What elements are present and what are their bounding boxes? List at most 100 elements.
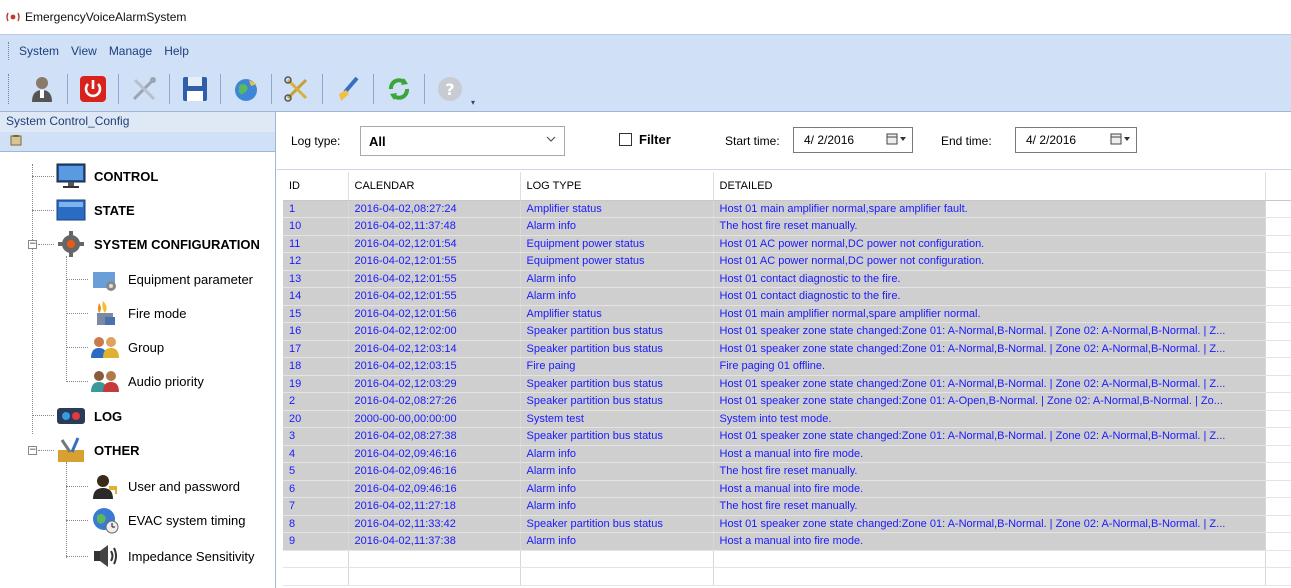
save-icon[interactable] [178,72,212,106]
tree-item-state[interactable]: STATE [54,195,135,225]
cell-detailed: Host 01 speaker zone state changed:Zone … [713,392,1266,411]
empty-row [283,567,1291,586]
table-row[interactable]: 7 2016-04-02,11:27:18 Alarm info The host f… [283,497,1291,516]
empty-cell [713,567,1266,586]
tree-item-audio-priority[interactable]: Audio priority [88,366,204,396]
collapse-toggle-system-configuration[interactable]: − [28,240,37,249]
filter-checkbox[interactable] [619,133,632,146]
table-row[interactable]: 15 2016-04-02,12:01:56 Amplifier status Hos… [283,305,1291,323]
tree-item-other[interactable]: OTHER [54,435,140,465]
cell-detailed: Host 01 speaker zone state changed:Zone … [713,515,1266,533]
brush-icon[interactable] [331,72,365,106]
tree-item-control[interactable]: CONTROL [54,161,158,191]
table-row[interactable]: 20 2000-00-00,00:00:00 System test System i… [283,410,1291,428]
cell-log-type: Speaker partition bus status [520,375,714,393]
tree-item-group[interactable]: Group [88,332,164,362]
cell-log-type: Alarm info [520,287,714,306]
menu-help[interactable]: Help [164,44,189,58]
table-row[interactable]: 18 2016-04-02,12:03:15 Fire paing Fire pagi… [283,357,1291,376]
cell-detailed: Host 01 contact diagnostic to the fire. [713,270,1266,288]
cell-detailed: Host 01 speaker zone state changed:Zone … [713,375,1266,393]
cell-filler [1265,427,1291,446]
cell-id: 8 [283,515,349,533]
table-row[interactable]: 14 2016-04-02,12:01:55 Alarm info Host 01 c… [283,287,1291,306]
cell-id: 18 [283,357,349,376]
table-row[interactable]: 13 2016-04-02,12:01:55 Alarm info Host 01 c… [283,270,1291,288]
empty-cell [1265,550,1291,568]
scissors-icon[interactable] [280,72,314,106]
column-header-detailed[interactable]: DETAILED [713,172,1266,201]
table-row[interactable]: 6 2016-04-02,09:46:16 Alarm info Host a man… [283,480,1291,498]
globe-icon[interactable] [229,72,263,106]
timing-icon [88,505,122,535]
tree-item-system-configuration[interactable]: SYSTEM CONFIGURATION [54,229,260,259]
tree-item-evac-system-timing[interactable]: EVAC system timing [88,505,246,535]
tree-connector [32,210,54,211]
cell-calendar: 2016-04-02,11:37:38 [348,532,521,551]
tree-item-label: Group [128,339,165,355]
table-row[interactable]: 9 2016-04-02,11:37:38 Alarm info Host a man… [283,532,1291,551]
cell-id: 16 [283,322,349,341]
log-icon [54,401,88,431]
table-row[interactable]: 3 2016-04-02,08:27:38 Speaker partition bu… [283,427,1291,446]
collapse-toggle-other[interactable]: − [28,446,37,455]
tree-item-label: CONTROL [94,168,159,184]
calendar-icon[interactable] [886,133,906,145]
table-row[interactable]: 5 2016-04-02,09:46:16 Alarm info The host f… [283,462,1291,481]
cell-filler [1265,200,1291,218]
table-row[interactable]: 1 2016-04-02,08:27:24 Amplifier status Host… [283,200,1291,218]
table-row[interactable]: 8 2016-04-02,11:33:42 Speaker partition bu… [283,515,1291,533]
tree-item-log[interactable]: LOG [54,401,122,431]
tree-item-equipment-parameter[interactable]: Equipment parameter [88,264,253,294]
cell-log-type: Alarm info [520,532,714,551]
calendar-icon[interactable] [1110,133,1130,145]
cell-detailed: Host a manual into fire mode. [713,480,1266,498]
table-row[interactable]: 10 2016-04-02,11:37:48 Alarm info The host … [283,217,1291,236]
cell-detailed: Host 01 contact diagnostic to the fire. [713,287,1266,306]
other-icon [54,435,88,465]
start-time-picker[interactable]: 4/ 2/2016 [793,127,913,153]
refresh-icon[interactable] [382,72,416,106]
menu-system[interactable]: System [19,44,59,58]
cell-log-type: Speaker partition bus status [520,340,714,358]
cell-calendar: 2016-04-02,12:03:14 [348,340,521,358]
cell-detailed: Host 01 main amplifier normal,spare ampl… [713,200,1266,218]
tree-item-user-and-password[interactable]: User and password [88,471,240,501]
table-row[interactable]: 2 2016-04-02,08:27:26 Speaker partition bu… [283,392,1291,411]
user-icon[interactable] [25,72,59,106]
tree-connector [38,450,54,451]
empty-row [283,550,1291,568]
tree-connector [66,381,88,382]
tree-item-impedance-sensitivity[interactable]: Impedance Sensitivity [88,541,254,571]
column-header-id[interactable]: ID [283,172,349,201]
menu-view[interactable]: View [71,44,97,58]
cell-filler [1265,340,1291,358]
toolbar-separator [424,73,425,104]
table-row[interactable]: 11 2016-04-02,12:01:54 Equipment power sta… [283,235,1291,253]
table-row[interactable]: 16 2016-04-02,12:02:00 Speaker partition b… [283,322,1291,341]
end-time-picker[interactable]: 4/ 2/2016 [1015,127,1137,153]
power-icon[interactable] [76,72,110,106]
log-type-select[interactable]: All [360,126,565,156]
cell-detailed: Fire paging 01 offline. [713,357,1266,376]
cell-log-type: Speaker partition bus status [520,392,714,411]
tools-icon[interactable] [127,72,161,106]
menu-manage[interactable]: Manage [109,44,152,58]
column-header-log-type[interactable]: LOG TYPE [520,172,714,201]
tree-item-label: Equipment parameter [128,271,254,287]
cell-detailed: System into test mode. [713,410,1266,428]
tree-connector [66,279,88,280]
table-row[interactable]: 4 2016-04-02,09:46:16 Alarm info Host a man… [283,445,1291,463]
cell-id: 5 [283,462,349,481]
help-icon[interactable]: ? [433,72,467,106]
table-row[interactable]: 19 2016-04-02,12:03:29 Speaker partition b… [283,375,1291,393]
toolbar-overflow-button[interactable]: ▾ [471,71,479,107]
column-header-calendar[interactable]: CALENDAR [348,172,521,201]
table-row[interactable]: 12 2016-04-02,12:01:55 Equipment power sta… [283,252,1291,271]
table-row[interactable]: 17 2016-04-02,12:03:14 Speaker partition b… [283,340,1291,358]
cell-log-type: Fire paing [520,357,714,376]
cell-log-type: Alarm info [520,497,714,516]
sidebar: System Control_Config − − CONTROL STATE … [0,112,276,588]
tree-item-fire-mode[interactable]: Fire mode [88,298,187,328]
tree-view-icon[interactable] [10,134,22,149]
